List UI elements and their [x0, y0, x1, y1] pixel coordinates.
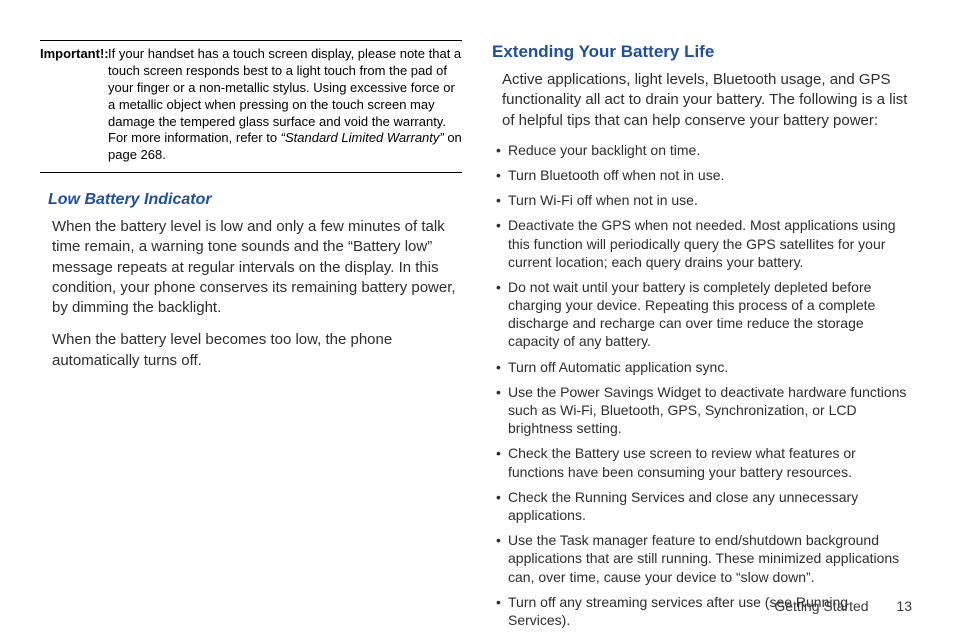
footer-section: Getting Started — [774, 598, 868, 614]
important-text: If your handset has a touch screen displ… — [108, 46, 462, 164]
extending-intro: Active applications, light levels, Bluet… — [502, 70, 914, 131]
list-item: Deactivate the GPS when not needed. Most… — [494, 216, 914, 271]
list-item: Do not wait until your battery is comple… — [494, 278, 914, 351]
important-label: Important!: — [40, 46, 108, 164]
heading-extending-battery: Extending Your Battery Life — [492, 42, 914, 62]
important-note: Important!: If your handset has a touch … — [40, 46, 462, 164]
list-item: Turn Bluetooth off when not in use. — [494, 166, 914, 184]
list-item: Check the Running Services and close any… — [494, 488, 914, 524]
important-text-italic: “Standard Limited Warranty” — [281, 130, 444, 145]
list-item: Turn off Automatic application sync. — [494, 358, 914, 376]
low-battery-para2: When the battery level becomes too low, … — [52, 330, 462, 371]
footer-page-number: 13 — [896, 598, 912, 614]
battery-tips-list: Reduce your backlight on time. Turn Blue… — [494, 141, 914, 629]
divider-bottom — [40, 172, 462, 173]
list-item: Check the Battery use screen to review w… — [494, 444, 914, 480]
page-footer: Getting Started 13 — [774, 598, 912, 614]
list-item: Turn Wi-Fi off when not in use. — [494, 191, 914, 209]
list-item: Reduce your backlight on time. — [494, 141, 914, 159]
sub-heading-low-battery: Low Battery Indicator — [48, 191, 462, 209]
list-item: Use the Task manager feature to end/shut… — [494, 531, 914, 586]
low-battery-para1: When the battery level is low and only a… — [52, 217, 462, 318]
divider-top — [40, 40, 462, 41]
list-item: Use the Power Savings Widget to deactiva… — [494, 383, 914, 438]
